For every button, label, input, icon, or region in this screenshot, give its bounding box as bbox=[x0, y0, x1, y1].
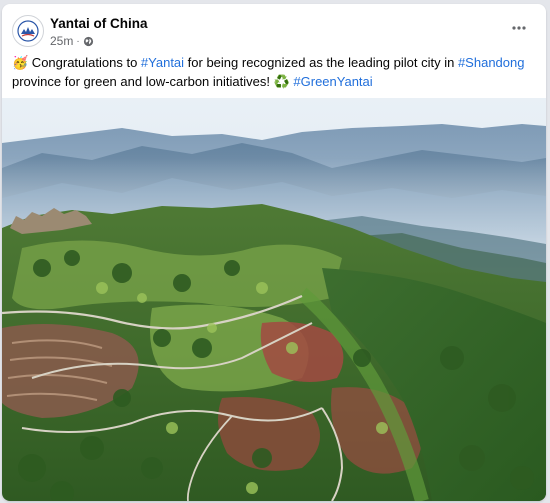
caption-text-1: Congratulations to bbox=[28, 55, 141, 70]
more-options-icon[interactable] bbox=[508, 21, 530, 35]
caption-text-2: for being recognized as the leading pilo… bbox=[184, 55, 458, 70]
post-header: Yantai of China 25m · bbox=[12, 15, 536, 55]
hashtag-green-yantai[interactable]: #GreenYantai bbox=[293, 74, 372, 89]
meta-separator: · bbox=[76, 35, 80, 47]
post-caption: 🥳 Congratulations to #Yantai for being r… bbox=[12, 53, 532, 91]
page-avatar[interactable] bbox=[12, 15, 44, 47]
aerial-landscape-photo[interactable] bbox=[2, 98, 546, 501]
post-meta: 25m · bbox=[50, 34, 94, 48]
party-emoji-icon: 🥳 bbox=[12, 55, 29, 70]
hashtag-yantai[interactable]: #Yantai bbox=[141, 55, 184, 70]
facebook-post: Yantai of China 25m · 🥳 Congratulations … bbox=[2, 4, 546, 501]
caption-text-3: province for green and low-carbon initia… bbox=[12, 74, 274, 89]
hashtag-shandong[interactable]: #Shandong bbox=[458, 55, 525, 70]
recycle-emoji-icon: ♻️ bbox=[273, 74, 290, 89]
page-name[interactable]: Yantai of China bbox=[50, 16, 148, 31]
post-timestamp[interactable]: 25m bbox=[50, 34, 73, 48]
city-logo-icon bbox=[17, 20, 39, 42]
globe-icon[interactable] bbox=[83, 36, 94, 47]
